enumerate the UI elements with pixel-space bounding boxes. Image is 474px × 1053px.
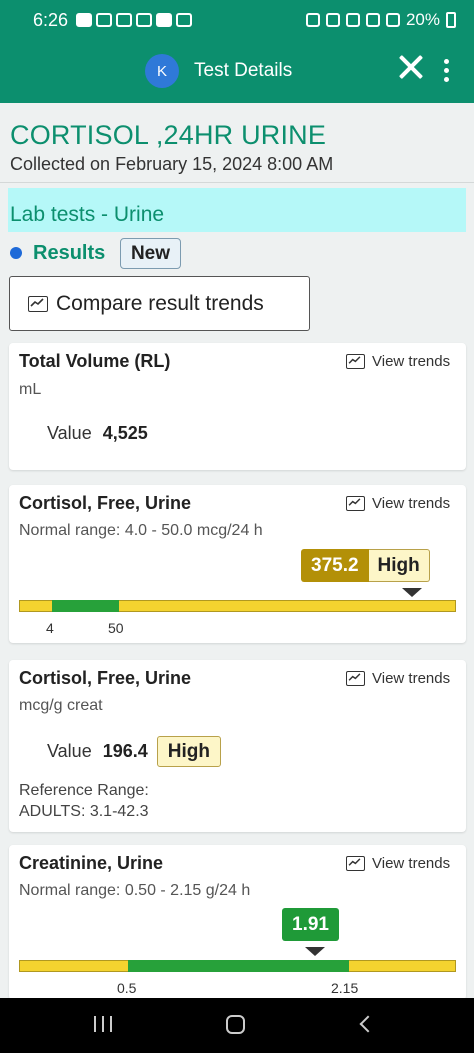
instagram-icon	[136, 13, 153, 27]
normal-range: Normal range: 0.50 - 2.15 g/24 h	[19, 882, 251, 899]
photos-icon	[116, 13, 133, 27]
header-title: Test Details	[194, 60, 293, 81]
results-heading: Results	[10, 238, 105, 268]
result-card-cortisol-creat: Cortisol, Free, Urine View trends mcg/g …	[9, 660, 466, 832]
bullet-icon	[10, 247, 22, 259]
new-badge: New	[120, 238, 181, 269]
range-tick-low: 4	[46, 620, 54, 636]
result-name: Cortisol, Free, Urine	[19, 493, 192, 513]
value-label: Value	[47, 741, 92, 761]
status-bar: 6:26 20%	[0, 0, 474, 40]
mute-icon	[345, 13, 360, 27]
close-icon[interactable]	[398, 54, 424, 80]
trend-chart-icon	[346, 856, 365, 871]
s-icon	[156, 13, 173, 27]
collected-date: Collected on February 15, 2024 8:00 AM	[10, 154, 334, 174]
value-marker	[402, 588, 422, 597]
view-trends-label: View trends	[372, 670, 451, 687]
range-bar	[19, 600, 456, 612]
range-tick-high: 2.15	[331, 980, 359, 996]
home-icon[interactable]	[226, 1015, 245, 1034]
more-vert-icon[interactable]	[444, 59, 450, 83]
result-name: Total Volume (RL)	[19, 351, 171, 371]
battery-percent: 20%	[405, 10, 440, 29]
avatar[interactable]: K	[145, 54, 179, 88]
app-header: K Test Details	[0, 40, 474, 103]
gmail-icon	[176, 13, 193, 27]
results-label: Results	[33, 241, 106, 264]
normal-range: Normal range: 4.0 - 50.0 mcg/24 h	[19, 522, 263, 539]
instagram-icon	[96, 13, 113, 27]
view-trends-button[interactable]: View trends	[346, 495, 450, 512]
reference-range-label: Reference Range:	[19, 782, 149, 799]
youtube-icon	[76, 13, 93, 27]
result-value-pill: 1.91	[282, 908, 339, 941]
nfc-icon	[305, 13, 320, 27]
back-icon[interactable]	[359, 1015, 377, 1033]
view-trends-button[interactable]: View trends	[346, 670, 450, 687]
result-value: 1.91	[282, 908, 339, 941]
result-card-cortisol-24h: Cortisol, Free, Urine View trends Normal…	[9, 485, 466, 643]
range-tick-low: 0.5	[117, 980, 137, 996]
value-marker	[305, 947, 325, 956]
view-trends-label: View trends	[372, 495, 451, 512]
view-trends-button[interactable]: View trends	[346, 353, 450, 370]
signal-icon	[385, 13, 400, 27]
result-value: 196.4	[102, 741, 148, 761]
battery-icon	[446, 12, 456, 28]
view-trends-button[interactable]: View trends	[346, 855, 450, 872]
result-value: 4,525	[102, 423, 148, 443]
result-name: Cortisol, Free, Urine	[19, 668, 192, 688]
trend-chart-icon	[346, 354, 365, 369]
normal-range-segment	[128, 960, 349, 972]
result-card-creatinine: Creatinine, Urine View trends Normal ran…	[9, 845, 466, 1000]
result-unit: mcg/g creat	[19, 697, 103, 714]
recent-apps-icon[interactable]	[94, 1016, 112, 1034]
compare-trends-label: Compare result trends	[56, 291, 264, 315]
view-trends-label: View trends	[372, 353, 451, 370]
view-trends-label: View trends	[372, 855, 451, 872]
value-label: Value	[47, 423, 92, 443]
high-flag: High	[156, 736, 221, 767]
trend-chart-icon	[346, 496, 365, 511]
result-name: Creatinine, Urine	[19, 853, 164, 873]
range-bar	[19, 960, 456, 972]
alarm-icon	[325, 13, 340, 27]
compare-trends-button[interactable]: Compare result trends	[9, 276, 310, 331]
trend-chart-icon	[346, 671, 365, 686]
range-tick-high: 50	[108, 620, 124, 636]
trend-chart-icon	[28, 295, 48, 312]
value-row: Value 4,525	[47, 423, 148, 444]
high-flag: High	[368, 549, 430, 582]
normal-range-segment	[52, 600, 119, 612]
reference-range-value: ADULTS: 3.1-42.3	[19, 803, 149, 820]
test-title-area: CORTISOL ,24HR URINE Collected on Februa…	[0, 103, 474, 183]
result-value-pill: 375.2 High	[301, 549, 430, 582]
status-time: 6:26	[33, 9, 69, 30]
value-row: Value 196.4 High	[47, 736, 221, 767]
result-value: 375.2	[301, 549, 369, 582]
section-header: Lab tests - Urine	[8, 188, 466, 232]
page-title: CORTISOL ,24HR URINE	[10, 120, 327, 150]
system-nav-bar	[0, 998, 474, 1053]
wifi-icon	[365, 13, 380, 27]
result-card-total-volume: Total Volume (RL) View trends mL Value 4…	[9, 343, 466, 470]
result-unit: mL	[19, 381, 42, 398]
